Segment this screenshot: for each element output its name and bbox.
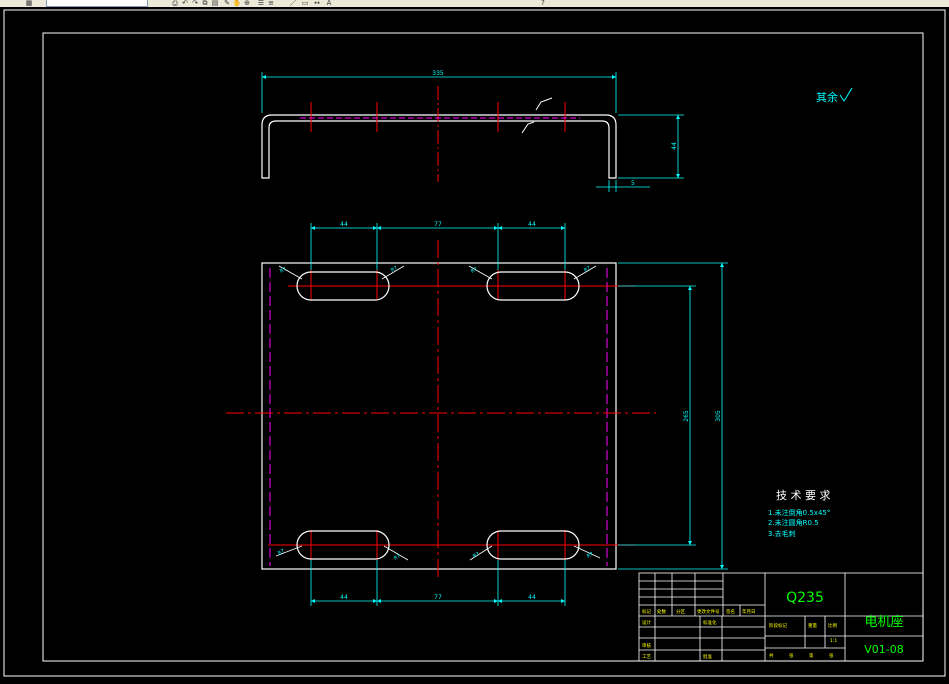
dim-bottom-center: 77	[434, 594, 442, 601]
dim-bottom-left: 44	[340, 594, 348, 601]
radius-label-4: R7	[583, 265, 592, 274]
inner-frame	[42, 32, 924, 662]
print-icon[interactable]: ⎙	[170, 0, 180, 7]
svg-text:张: 张	[829, 652, 834, 659]
redo-icon[interactable]: ↷	[190, 0, 200, 7]
zoom-icon[interactable]: ⊕	[242, 0, 252, 7]
svg-text:分区: 分区	[676, 608, 685, 615]
tech-req-item-2: 2.未注圆角R0.5	[768, 518, 819, 527]
dim-top-width: 335	[432, 70, 444, 77]
match-icon[interactable]: ✎	[222, 0, 232, 7]
paste-icon[interactable]: ▤	[210, 0, 220, 7]
dimension-icon[interactable]: ↔	[312, 0, 322, 7]
surface-finish-note: 其余	[816, 90, 838, 104]
top-view	[261, 86, 617, 182]
part-name: 电机座	[864, 615, 903, 630]
layer-icon[interactable]: ≡	[266, 0, 276, 7]
svg-text:更改文件号: 更改文件号	[697, 608, 720, 615]
dim-inner-height: 265	[683, 410, 690, 422]
svg-text:设计: 设计	[642, 619, 651, 626]
svg-text:张: 张	[789, 652, 794, 659]
svg-text:第: 第	[809, 652, 814, 659]
dim-top-center: 77	[434, 221, 442, 228]
svg-text:重量: 重量	[808, 622, 817, 629]
surface-finish-symbol	[839, 87, 853, 102]
svg-text:批准: 批准	[703, 653, 712, 660]
radius-label-5: R7	[277, 548, 286, 557]
radius-label-6: R7	[393, 553, 402, 562]
dim-top-right: 44	[528, 221, 536, 228]
svg-text:标记: 标记	[642, 608, 651, 615]
drawing-svg: 335 44 5 其余 R7 R7 R7 R7 R7 R7 R7 R7 44 7…	[3, 9, 946, 677]
dim-bottom-right: 44	[528, 594, 536, 601]
outer-frame	[3, 9, 946, 677]
drawing-canvas[interactable]: 335 44 5 其余 R7 R7 R7 R7 R7 R7 R7 R7 44 7…	[0, 7, 949, 680]
tech-req-item-3: 3.去毛刺	[768, 529, 796, 538]
dim-outer-height: 305	[715, 410, 722, 422]
svg-text:处数: 处数	[657, 608, 666, 615]
svg-text:签名: 签名	[726, 608, 735, 615]
help-icon[interactable]: ?	[538, 0, 548, 7]
dim-top-left: 44	[340, 221, 348, 228]
rectangle-icon[interactable]: ▭	[300, 0, 310, 7]
svg-text:共: 共	[769, 652, 774, 659]
dim-top-thickness: 5	[631, 180, 635, 187]
layer-dropdown[interactable]	[46, 0, 148, 7]
tech-req-title: 技 术 要 求	[776, 489, 831, 502]
svg-text:标准化: 标准化	[703, 619, 717, 626]
radius-label-7: R7	[472, 551, 481, 560]
svg-text:年月日: 年月日	[742, 608, 756, 615]
table-icon[interactable]: ▦	[24, 0, 34, 7]
radius-label-2: R7	[390, 265, 399, 274]
properties-icon[interactable]: ☰	[256, 0, 266, 7]
top-view-dimensions	[261, 72, 684, 192]
pan-icon[interactable]: ✋	[232, 0, 242, 7]
copy-icon[interactable]: ⧉	[200, 0, 210, 7]
radius-label-1: R7	[279, 266, 288, 275]
svg-text:工艺: 工艺	[642, 654, 651, 660]
dim-top-height: 44	[671, 142, 678, 150]
svg-text:1:1: 1:1	[830, 638, 837, 644]
material-label: Q235	[786, 590, 824, 606]
plan-view-dimensions	[310, 223, 728, 606]
undo-icon[interactable]: ↶	[180, 0, 190, 7]
tech-req-item-1: 1.未注倒角0.5x45°	[768, 508, 830, 517]
svg-text:审核: 审核	[642, 642, 651, 649]
line-icon[interactable]: ／	[288, 0, 298, 7]
svg-text:阶段标记: 阶段标记	[769, 622, 787, 629]
svg-text:比例: 比例	[828, 622, 837, 629]
plan-view	[226, 240, 656, 580]
drawing-number: V01-08	[864, 643, 904, 656]
text-icon[interactable]: A	[324, 0, 334, 7]
